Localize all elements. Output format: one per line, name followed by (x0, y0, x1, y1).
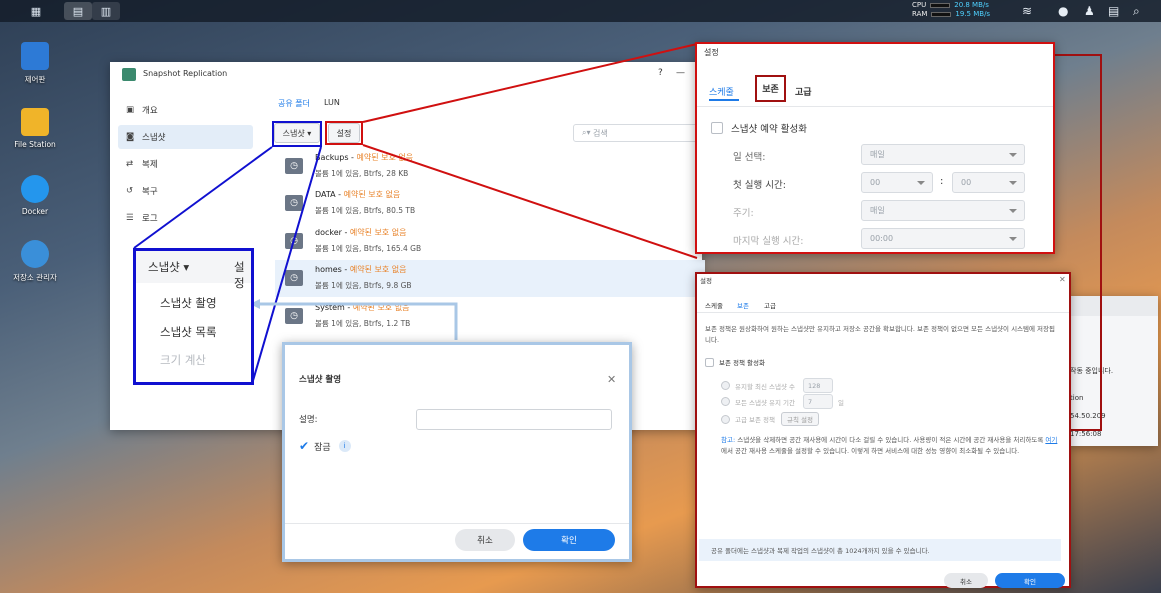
description-input[interactable] (416, 409, 612, 430)
last-run-select[interactable]: 00:00 (861, 228, 1025, 249)
cycle-select[interactable]: 매일 (861, 200, 1025, 221)
retention-intro: 보존 정책은 원상화하여 원하는 스냅샷만 유지하고 저장소 공간을 확보합니다… (705, 325, 1055, 344)
menu-item-calc-size[interactable]: 크기 계산 (160, 352, 206, 368)
close-icon[interactable]: ✕ (1059, 275, 1066, 284)
cancel-button[interactable]: 취소 (455, 529, 515, 551)
checkmark-icon: ✔ (299, 439, 310, 453)
hour-select[interactable]: 00 (861, 172, 933, 193)
description-label: 설명: (299, 415, 318, 425)
cancel-button[interactable]: 취소 (944, 573, 988, 588)
enable-retention-checkbox[interactable]: 보존 정책 활성화 (705, 357, 765, 367)
minute-select[interactable]: 00 (952, 172, 1025, 193)
retention-note: 참고: 스냅샷을 삭제하면 공간 재사용에 시간이 다소 걸릴 수 있습니다. … (721, 436, 1058, 455)
footer-note: 공유 폴더에는 스냅샷과 복제 작업의 스냅샷이 총 1024개까지 있을 수 … (699, 539, 1061, 561)
tab-advanced[interactable]: 고급 (764, 300, 776, 310)
label-first-run: 첫 실행 시간: (733, 180, 786, 191)
day-select[interactable]: 매일 (861, 144, 1025, 165)
schedule-settings-panel: 설정 스케줄 보존 고급 스냅샷 예약 활성화 일 선택: 첫 실행 시간: 주… (695, 42, 1055, 254)
zoomed-snapshot-menu: 스냅샷 ▾ 설정 스냅샷 촬영 스냅샷 목록 크기 계산 (133, 248, 254, 385)
dialog-title: 설정 (700, 277, 712, 285)
ok-button[interactable]: 확인 (995, 573, 1065, 588)
tab-retention[interactable]: 보존 (737, 300, 749, 310)
here-link[interactable]: 여기 (1045, 436, 1057, 444)
close-icon[interactable]: ✕ (607, 373, 616, 386)
enable-schedule-checkbox[interactable]: 스냅샷 예약 활성화 (711, 121, 807, 135)
tab-schedule[interactable]: 스케줄 (709, 85, 734, 98)
tab-advanced[interactable]: 고급 (795, 85, 812, 98)
tab-schedule[interactable]: 스케줄 (705, 300, 723, 310)
label-day: 일 선택: (733, 152, 766, 163)
info-icon[interactable]: i (338, 440, 351, 452)
ok-button[interactable]: 확인 (523, 529, 615, 551)
take-snapshot-dialog: 스냅샷 촬영 ✕ 설명: ✔ 잠금 i 취소 확인 (282, 342, 632, 562)
tab-retention[interactable]: 보존 (755, 75, 786, 102)
zoom-settings-button[interactable]: 설정 (234, 259, 251, 291)
radio-keep-days[interactable]: 모든 스냅샷 유지 기간 7 일 (721, 394, 844, 409)
zoom-snapshot-button[interactable]: 스냅샷 ▾ (148, 259, 189, 275)
label-cycle: 주기: (733, 208, 754, 219)
menu-item-snapshot-list[interactable]: 스냅샷 목록 (160, 324, 217, 340)
label-last-run: 마지막 실행 시간: (733, 236, 804, 247)
lock-checkbox[interactable]: ✔ 잠금 i (299, 439, 351, 453)
dialog-title: 스냅샷 촬영 (299, 375, 342, 385)
menu-item-take-snapshot[interactable]: 스냅샷 촬영 (160, 295, 217, 311)
highlight-snapshot-button (272, 121, 322, 147)
retention-settings-dialog: 설정 ✕ 스케줄 보존 고급 보존 정책은 원상화하여 원하는 스냅샷만 유지하… (695, 272, 1071, 588)
highlight-settings-button (325, 121, 363, 145)
panel-title: 설정 (704, 48, 719, 57)
radio-latest-count[interactable]: 유지할 최신 스냅샷 수 128 (721, 378, 834, 393)
radio-advanced-policy[interactable]: 고급 보존 정책 규칙 설정 (721, 412, 820, 426)
